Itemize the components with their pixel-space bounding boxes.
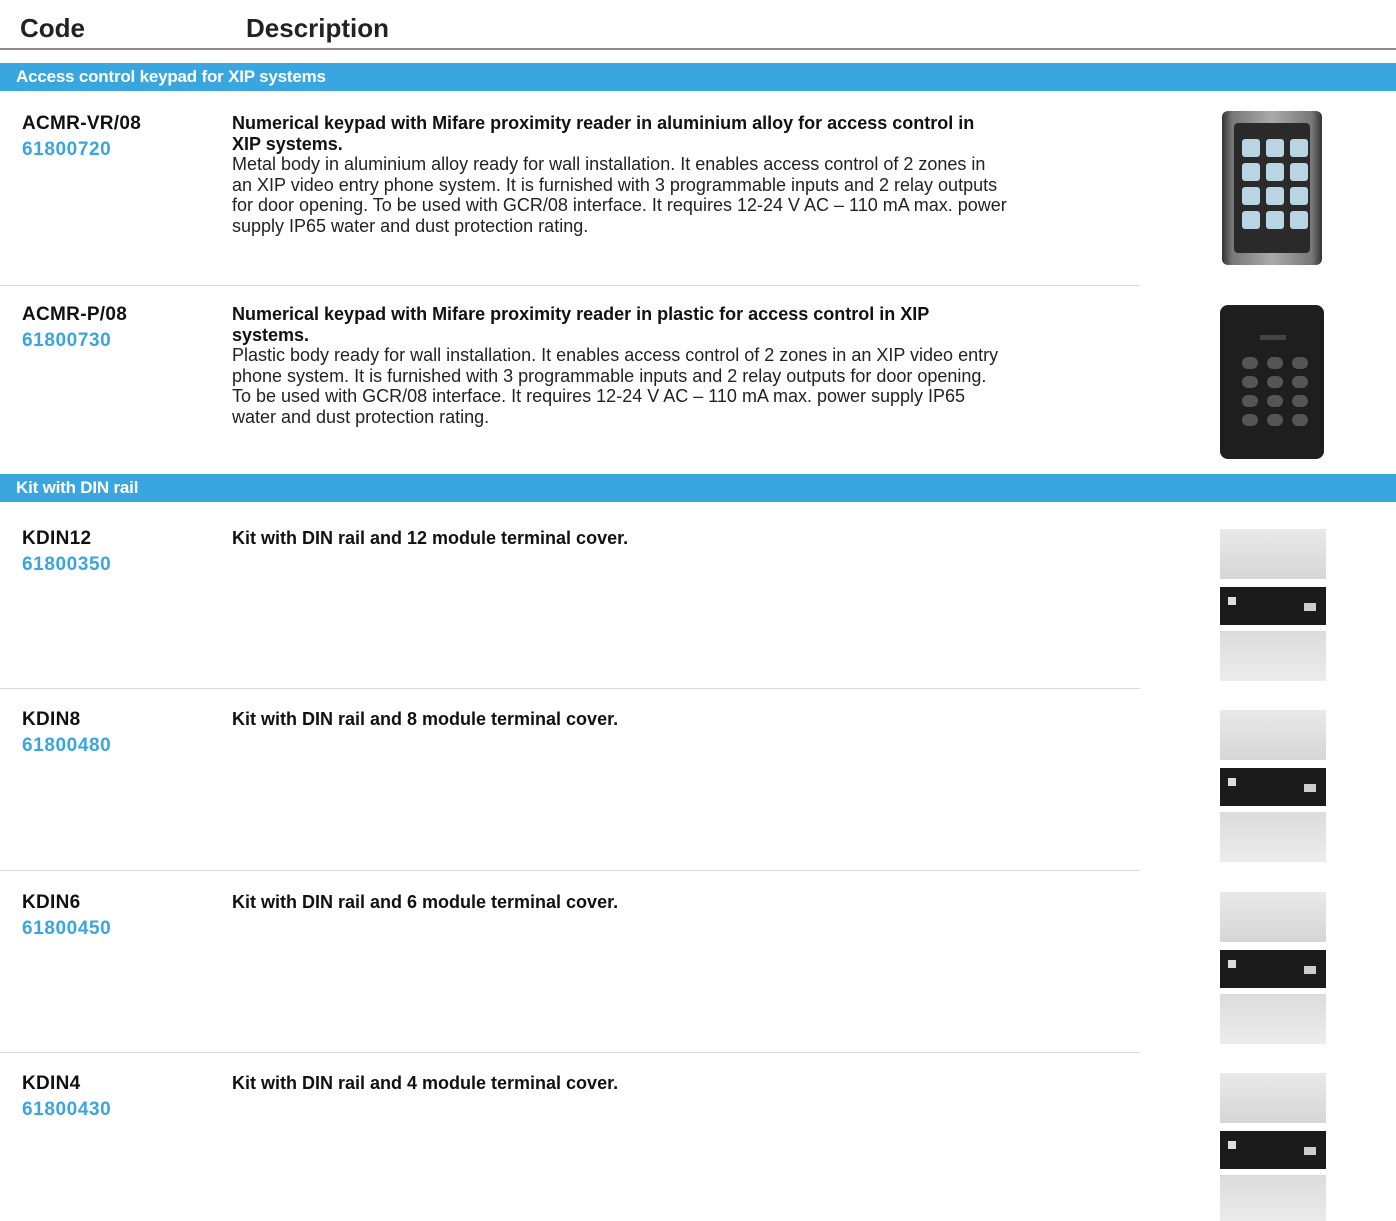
row-divider <box>0 688 1140 689</box>
product-description: Numerical keypad with Mifare proximity r… <box>232 113 1007 236</box>
product-body: Metal body in aluminium alloy ready for … <box>232 154 1007 236</box>
row-divider <box>0 1052 1140 1053</box>
product-number: 61800720 <box>22 139 112 160</box>
product-body: Plastic body ready for wall installation… <box>232 345 999 427</box>
din-kit-image <box>1220 892 1326 1044</box>
din-kit-image <box>1220 529 1326 681</box>
section-header-din-rail: Kit with DIN rail <box>0 474 1396 502</box>
product-number: 61800450 <box>22 918 112 939</box>
product-title: Kit with DIN rail and 6 module terminal … <box>232 892 619 912</box>
description-column-header: Description <box>246 13 390 43</box>
din-kit-image <box>1220 710 1326 862</box>
metal-keypad-image <box>1222 111 1322 265</box>
product-description: Kit with DIN rail and 4 module terminal … <box>232 1073 1007 1094</box>
product-code: ACMR-VR/08 <box>22 113 142 134</box>
product-description: Kit with DIN rail and 6 module terminal … <box>232 892 1007 913</box>
product-code: KDIN8 <box>22 709 81 730</box>
section-title: Kit with DIN rail <box>16 478 139 497</box>
table-header: Code Description <box>0 0 1396 50</box>
product-title: Kit with DIN rail and 8 module terminal … <box>232 709 619 729</box>
product-code: KDIN12 <box>22 528 92 549</box>
din-kit-image <box>1220 1073 1326 1221</box>
plastic-keypad-image <box>1220 305 1324 459</box>
product-description: Kit with DIN rail and 8 module terminal … <box>232 709 1007 730</box>
product-title: Kit with DIN rail and 4 module terminal … <box>232 1073 619 1093</box>
product-number: 61800350 <box>22 554 112 575</box>
product-title: Numerical keypad with Mifare proximity r… <box>232 113 975 154</box>
product-title: Kit with DIN rail and 12 module terminal… <box>232 528 629 548</box>
row-divider <box>0 285 1140 286</box>
product-description: Kit with DIN rail and 12 module terminal… <box>232 528 1007 549</box>
row-divider <box>0 870 1140 871</box>
product-code: KDIN4 <box>22 1073 81 1094</box>
product-code: ACMR-P/08 <box>22 304 128 325</box>
product-code: KDIN6 <box>22 892 81 913</box>
section-header-access-control: Access control keypad for XIP systems <box>0 63 1396 91</box>
product-title: Numerical keypad with Mifare proximity r… <box>232 304 929 345</box>
product-description: Numerical keypad with Mifare proximity r… <box>232 304 1007 427</box>
product-number: 61800480 <box>22 735 112 756</box>
product-number: 61800730 <box>22 330 112 351</box>
product-number: 61800430 <box>22 1099 112 1120</box>
code-column-header: Code <box>20 13 85 43</box>
section-title: Access control keypad for XIP systems <box>16 67 326 86</box>
